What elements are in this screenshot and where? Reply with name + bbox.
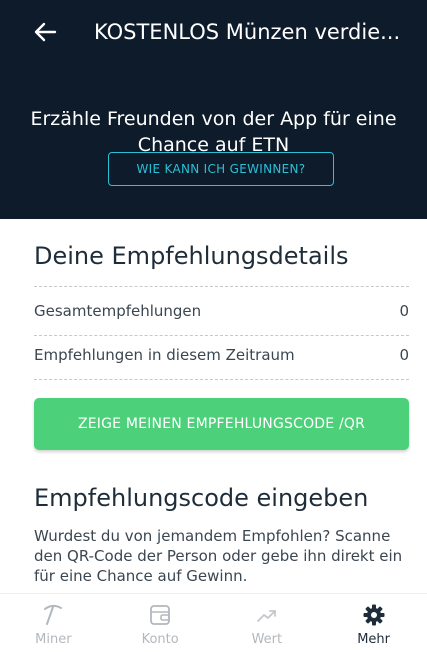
hero-panel: KOSTENLOS Münzen verdie... Erzähle Freun… [0,0,427,219]
nav-item-konto[interactable]: Konto [107,594,214,652]
referral-details-title: Deine Empfehlungsdetails [34,242,349,270]
how-to-win-button[interactable]: WIE KANN ICH GEWINNEN? [108,152,334,186]
gear-icon [361,602,387,628]
stat-row-total: Gesamtempfehlungen 0 [34,296,409,326]
divider [34,379,409,380]
stat-row-period: Empfehlungen in diesem Zeitraum 0 [34,340,409,370]
pickaxe-icon [40,602,66,628]
enter-code-title: Empfehlungscode eingeben [34,484,369,512]
stat-value: 0 [399,302,409,320]
trend-up-icon [254,602,280,628]
nav-item-miner[interactable]: Miner [0,594,107,652]
page-title: KOSTENLOS Münzen verdie... [94,20,401,44]
nav-label: Mehr [357,632,391,647]
wallet-icon [147,602,173,628]
nav-label: Miner [35,632,72,647]
nav-label: Konto [141,632,179,647]
stat-value: 0 [399,346,409,364]
show-referral-code-button[interactable]: ZEIGE MEINEN EMPFEHLUNGSCODE /QR [34,398,409,450]
stat-label: Empfehlungen in diesem Zeitraum [34,346,295,364]
nav-label: Wert [251,632,283,647]
top-bar: KOSTENLOS Münzen verdie... [0,0,427,64]
bottom-nav: Miner Konto Wert Mehr [0,593,427,652]
hero-text: Erzähle Freunden von der App für eine Ch… [30,108,397,156]
nav-item-mehr[interactable]: Mehr [320,594,427,652]
divider [34,335,409,336]
nav-item-wert[interactable]: Wert [214,594,321,652]
stat-label: Gesamtempfehlungen [34,302,202,320]
arrow-left-icon [34,22,57,42]
enter-code-description: Wurdest du von jemandem Empfohlen? Scann… [34,527,403,585]
back-button[interactable] [30,18,60,46]
divider [34,286,409,287]
